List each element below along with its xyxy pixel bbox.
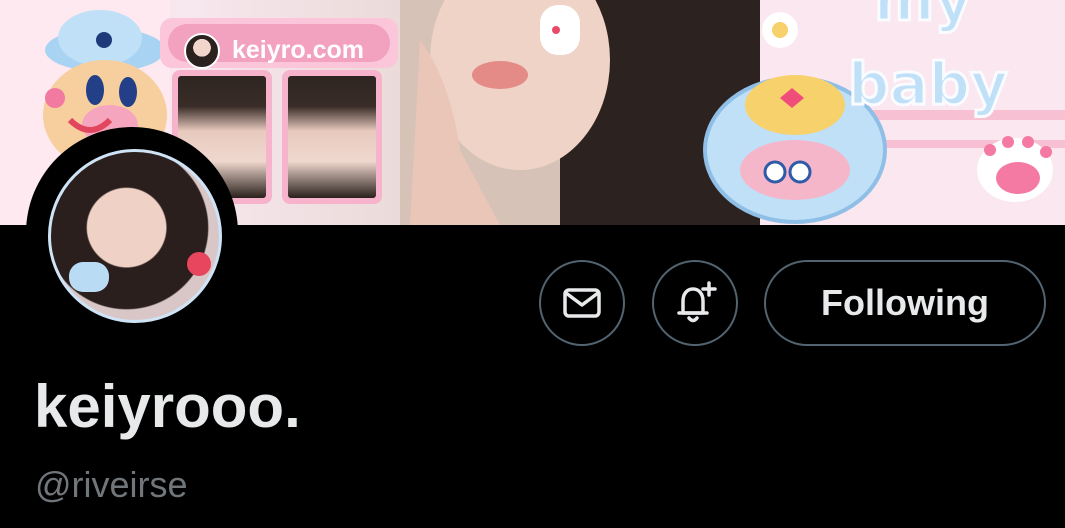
banner-sticker-text-top: my xyxy=(872,0,973,36)
following-button[interactable]: Following xyxy=(764,260,1046,346)
display-name: keiyrooo. xyxy=(34,373,301,440)
site-url: keiyro.com xyxy=(232,36,365,64)
notifications-button[interactable] xyxy=(652,260,738,346)
site-thumbnail xyxy=(184,33,220,69)
avatar-ring xyxy=(26,127,238,339)
message-button[interactable] xyxy=(539,260,625,346)
bell-plus-icon xyxy=(677,281,717,323)
avatar-sticker-bear xyxy=(69,262,109,292)
envelope-icon xyxy=(563,288,601,318)
site-tag: keiyro.com xyxy=(160,18,398,69)
banner-photo-2 xyxy=(282,70,382,204)
user-handle: @riveirse xyxy=(35,464,188,505)
photo-image xyxy=(288,76,376,198)
site-pill: keiyro.com xyxy=(168,24,390,69)
avatar-sticker-cherry xyxy=(187,252,211,276)
avatar[interactable] xyxy=(48,149,222,323)
banner-sticker-text-bottom: baby xyxy=(847,49,1010,120)
